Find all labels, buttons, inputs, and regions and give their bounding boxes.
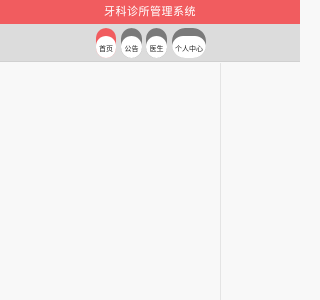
tab-personal-center[interactable]: 个人中心 bbox=[172, 28, 206, 58]
tab-home[interactable]: 首页 bbox=[96, 28, 116, 58]
main-content-area bbox=[0, 63, 220, 300]
tab-personal-center-label: 个人中心 bbox=[172, 36, 206, 58]
app-title: 牙科诊所管理系统 bbox=[0, 0, 300, 24]
app-window: 牙科诊所管理系统 首页 公告 医生 个人中心 bbox=[0, 0, 300, 300]
tab-home-label: 首页 bbox=[96, 36, 116, 58]
tab-doctor-label: 医生 bbox=[146, 36, 167, 58]
tab-doctor[interactable]: 医生 bbox=[146, 28, 167, 58]
tab-notice-label: 公告 bbox=[121, 36, 142, 58]
top-nav-bar: 首页 公告 医生 个人中心 bbox=[0, 24, 300, 62]
side-panel bbox=[220, 63, 300, 300]
tab-notice[interactable]: 公告 bbox=[121, 28, 142, 58]
